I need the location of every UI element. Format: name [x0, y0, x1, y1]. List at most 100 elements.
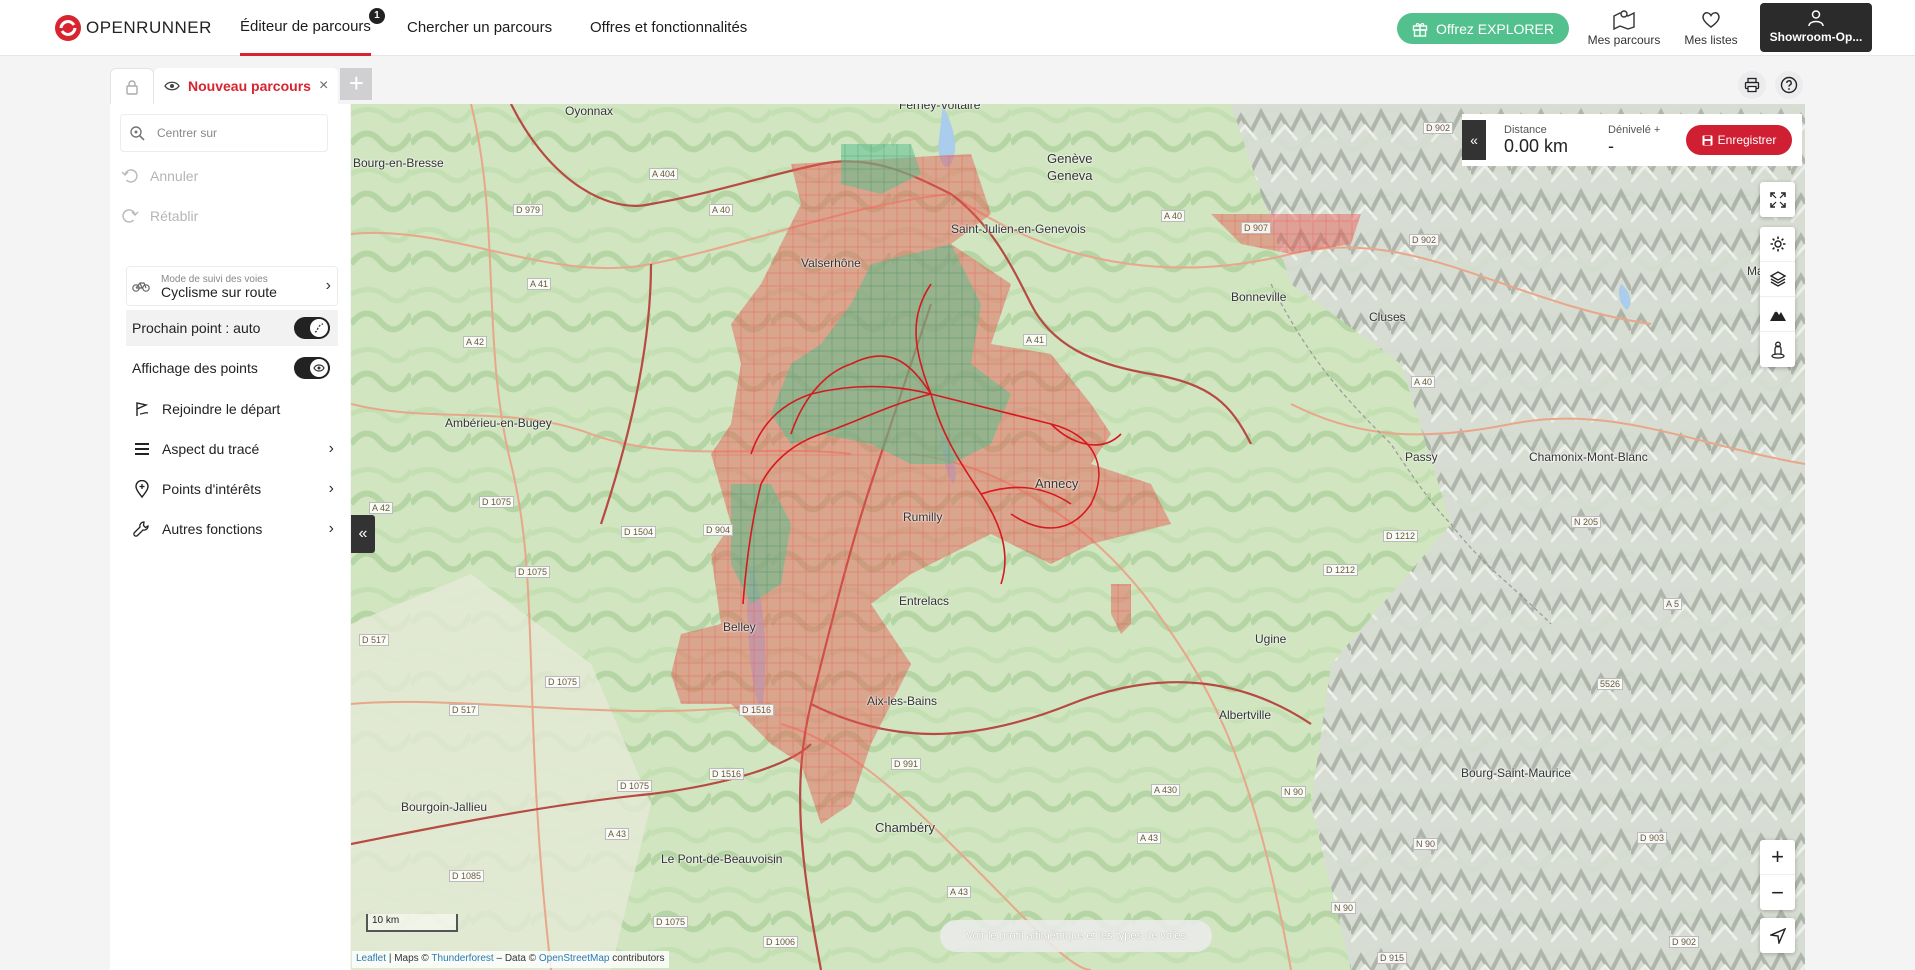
routing-mode-selector[interactable]: Mode de suivi des voies Cyclisme sur rou…: [126, 266, 338, 306]
route-map[interactable]: Oyonnax Ferney-Voltaire Genève Geneva Bo…: [351, 104, 1805, 970]
distance-label: Distance: [1504, 123, 1547, 136]
user-icon: [1808, 10, 1824, 27]
tab-route-editor-label: Éditeur de parcours: [240, 18, 371, 35]
road-label: A 43: [605, 828, 630, 840]
next-point-row: Prochain point : auto: [126, 310, 338, 346]
place-label: Bourg-en-Bresse: [353, 156, 444, 170]
center-on-label: Centrer sur: [157, 126, 218, 140]
show-points-label: Affichage des points: [132, 360, 258, 376]
heart-icon: [1702, 12, 1720, 28]
road-label: D 1075: [653, 916, 689, 928]
account-button[interactable]: Showroom-Op...: [1760, 3, 1872, 52]
road-label: N 90: [1331, 902, 1357, 914]
my-lists-button[interactable]: Mes listes: [1671, 6, 1751, 50]
elevation-stat: Dénivelé + -: [1608, 124, 1660, 157]
redo-button[interactable]: Rétablir: [120, 200, 340, 232]
collapse-stats-button[interactable]: «: [1462, 120, 1486, 160]
fullscreen-icon: [1769, 191, 1786, 208]
print-button[interactable]: [1738, 71, 1766, 99]
road-label: D 1075: [617, 780, 653, 792]
place-label: Passy: [1405, 450, 1438, 464]
offer-explorer-button[interactable]: Offrez EXPLORER: [1397, 13, 1569, 44]
my-routes-button[interactable]: Mes parcours: [1584, 6, 1664, 50]
help-button[interactable]: [1775, 71, 1803, 99]
zoom-control: + −: [1760, 840, 1795, 910]
road-label: D 903: [1637, 832, 1668, 844]
show-points-row: Affichage des points: [126, 350, 338, 386]
elevation-profile-toggle[interactable]: Voir le profil altimétrique et les types…: [940, 920, 1212, 952]
attribution-contributors: contributors: [612, 953, 665, 964]
other-functions-menu[interactable]: Autres fonctions ›: [132, 511, 340, 547]
chevron-right-icon: ›: [328, 520, 334, 537]
eye-icon[interactable]: [164, 80, 180, 92]
road-label: A 41: [1023, 334, 1048, 346]
attribution-maps: Maps ©: [394, 953, 429, 964]
place-label: Entrelacs: [899, 594, 950, 608]
double-chevron-left-icon: «: [358, 525, 368, 542]
map-settings-button[interactable]: [1760, 227, 1795, 262]
road-label: N 90: [1281, 786, 1307, 798]
road-label: A 430: [1151, 784, 1181, 796]
place-label: Bourgoin-Jallieu: [401, 800, 488, 814]
undo-icon: [120, 167, 140, 185]
map-pin-icon: [132, 480, 152, 498]
road-label: D 979: [513, 204, 544, 216]
next-point-label: Prochain point : auto: [132, 320, 261, 336]
add-route-tab-button[interactable]: +: [340, 68, 373, 100]
map-attribution: Leaflet | Maps © Thunderforest – Data © …: [352, 951, 669, 968]
place-label: Annecy: [1035, 476, 1079, 491]
road-label: D 902: [1409, 234, 1440, 246]
leaflet-link[interactable]: Leaflet: [356, 953, 386, 964]
tab-offers[interactable]: Offres et fonctionnalités: [590, 0, 747, 56]
zoom-out-button[interactable]: −: [1760, 875, 1795, 910]
zoom-in-button[interactable]: +: [1760, 840, 1795, 875]
attribution-data-label: Data ©: [504, 953, 537, 964]
points-of-interest-menu[interactable]: Points d'intérêts ›: [132, 471, 340, 507]
undo-button[interactable]: Annuler: [120, 160, 340, 192]
tab-route-editor[interactable]: Éditeur de parcours 1: [240, 0, 385, 56]
wrench-icon: [132, 520, 152, 538]
close-tab-button[interactable]: ×: [319, 77, 328, 95]
fullscreen-button[interactable]: [1760, 182, 1795, 217]
road-label: D 991: [891, 758, 922, 770]
elevation-profile-label: Voir le profil altimétrique et les types…: [965, 930, 1187, 942]
route-tab[interactable]: Nouveau parcours ×: [154, 68, 339, 104]
trace-appearance-menu[interactable]: Aspect du tracé ›: [132, 431, 340, 467]
place-label: Rumilly: [903, 510, 943, 524]
locate-me-button[interactable]: [1760, 918, 1795, 953]
place-label: Albertville: [1219, 708, 1272, 722]
center-on-button[interactable]: Centrer sur: [120, 114, 328, 152]
undo-label: Annuler: [150, 168, 199, 184]
place-label: Bourg-Saint-Maurice: [1461, 766, 1572, 780]
road-label: A 40: [1161, 210, 1186, 222]
road-label: A 41: [527, 278, 552, 290]
openrunner-logo[interactable]: OPENRUNNER: [54, 14, 212, 42]
distance-value: 0.00 km: [1504, 135, 1569, 156]
road-label: A 5: [1663, 598, 1683, 610]
street-view-button[interactable]: [1760, 332, 1795, 367]
road-label: D 1075: [515, 566, 551, 578]
lock-tab[interactable]: [110, 68, 154, 104]
map-layers-button[interactable]: [1760, 262, 1795, 297]
road-label: 5526: [1597, 678, 1624, 690]
tab-search-route[interactable]: Chercher un parcours: [407, 0, 552, 56]
thunderforest-link[interactable]: Thunderforest: [431, 953, 493, 964]
place-label: Ferney-Voltaire: [899, 104, 981, 112]
show-points-toggle[interactable]: [294, 357, 330, 379]
help-icon: [1780, 76, 1798, 94]
join-start-button[interactable]: Rejoindre le départ: [132, 391, 352, 427]
route-tab-title: Nouveau parcours: [188, 78, 311, 94]
double-chevron-left-icon: «: [1470, 132, 1478, 148]
place-label: Valserhône: [801, 256, 861, 270]
openstreetmap-link[interactable]: OpenStreetMap: [539, 953, 610, 964]
points-of-interest-label: Points d'intérêts: [162, 481, 262, 497]
editor-tab-row: Nouveau parcours × +: [110, 68, 373, 104]
save-button[interactable]: Enregistrer: [1686, 125, 1792, 155]
elevation-button[interactable]: [1760, 297, 1795, 332]
join-start-label: Rejoindre le départ: [162, 401, 281, 417]
place-label: Le Pont-de-Beauvoisin: [661, 852, 783, 866]
collapse-sidebar-button[interactable]: «: [351, 515, 375, 553]
road-label: A 404: [649, 168, 679, 180]
top-navigation: OPENRUNNER Éditeur de parcours 1 Cherche…: [0, 0, 1915, 56]
next-point-toggle[interactable]: [294, 317, 330, 339]
